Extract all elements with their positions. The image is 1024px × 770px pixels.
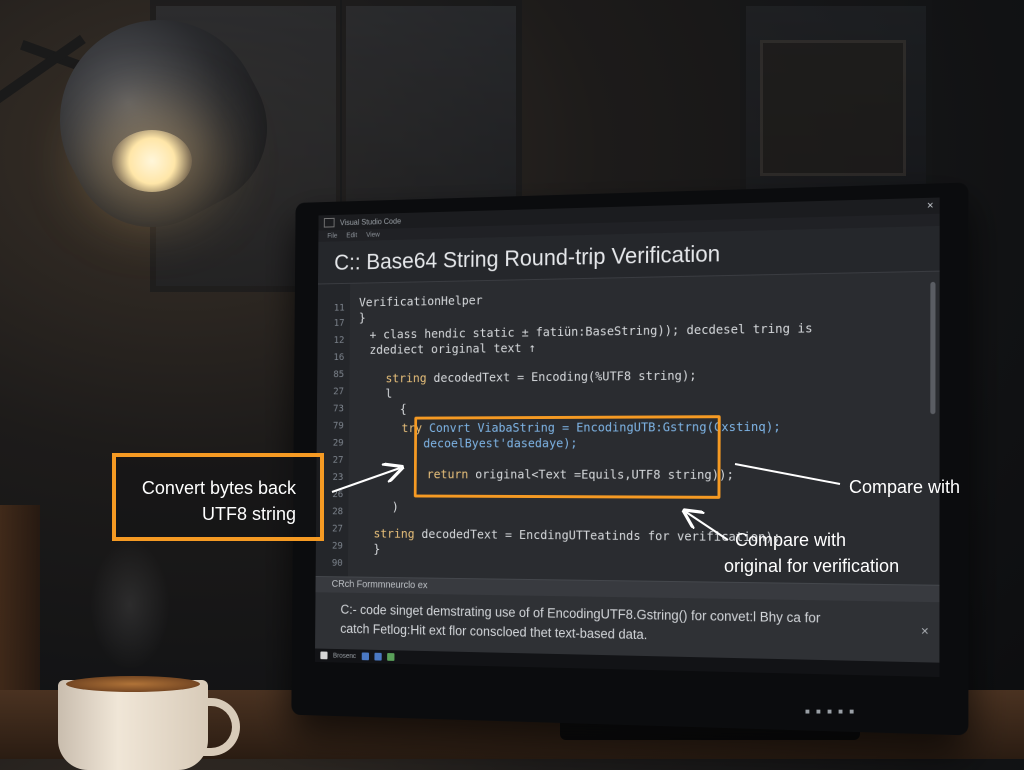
arrow-line-compare xyxy=(734,463,841,485)
callout-arrows xyxy=(331,0,841,541)
photo-scene: Visual Studio Code × File Edit View C:: … xyxy=(0,0,1024,770)
arrow-compare-original xyxy=(686,512,729,541)
arrow-to-code xyxy=(331,468,400,493)
